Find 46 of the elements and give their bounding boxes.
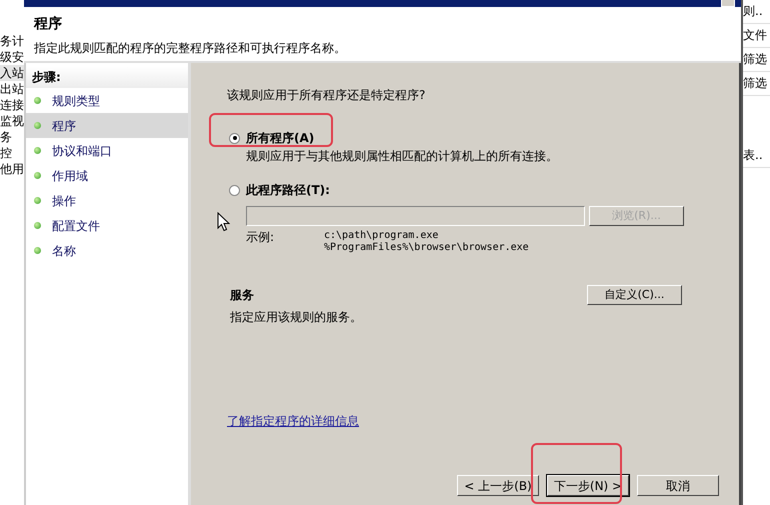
services-title: 服务 <box>230 288 254 302</box>
action-item[interactable]: 则.. <box>743 4 763 18</box>
step-item[interactable]: 名称 <box>26 238 188 263</box>
tree-item[interactable]: 他用 <box>0 161 24 177</box>
step-item[interactable]: 操作 <box>26 188 188 213</box>
example-label: 示例: <box>246 230 276 246</box>
action-item[interactable]: 文件 <box>743 28 767 42</box>
status-dot-icon <box>34 247 41 254</box>
option-label[interactable]: 所有程序(A) <box>246 131 314 145</box>
example-path: c:\path\program.exe <box>324 230 440 242</box>
mouse-cursor-icon <box>217 212 230 232</box>
tree-item[interactable]: 控 <box>0 145 24 161</box>
step-item[interactable]: 配置文件 <box>26 213 188 238</box>
help-link[interactable]: 了解指定程序的详细信息 <box>227 414 359 428</box>
tree-item[interactable]: 监视 <box>0 113 24 129</box>
step-item[interactable]: 规则类型 <box>26 88 188 113</box>
radio-button[interactable] <box>229 132 240 144</box>
wizard-button[interactable]: 取消 <box>637 475 719 496</box>
status-dot-icon <box>34 197 41 204</box>
status-dot-icon <box>34 172 41 179</box>
action-item[interactable]: 筛选 <box>743 76 767 90</box>
action-item[interactable]: 筛选 <box>743 52 767 66</box>
tree-item[interactable]: 出站 <box>0 81 24 97</box>
status-dot-icon <box>34 122 41 129</box>
status-dot-icon <box>34 147 41 154</box>
option-description: 规则应用于与其他规则属性相匹配的计算机上的所有连接。 <box>246 149 559 163</box>
question-text: 该规则应用于所有程序还是特定程序? <box>227 88 426 102</box>
tree-item[interactable]: 入站 <box>0 65 24 81</box>
customize-button[interactable]: 自定义(C)... <box>587 285 682 305</box>
tree-item[interactable]: 务计 <box>0 33 24 49</box>
tree-item[interactable]: 务 <box>0 129 24 145</box>
tree-item[interactable]: 级安 <box>0 49 24 65</box>
page-subtitle: 指定此规则匹配的程序的完整程序路径和可执行程序名称。 <box>34 41 347 55</box>
action-item[interactable]: 表.. <box>743 148 763 162</box>
page-title: 程序 <box>34 15 63 33</box>
services-description: 指定应用该规则的服务。 <box>230 310 363 324</box>
example-path: %ProgramFiles%\browser\browser.exe <box>324 242 529 254</box>
radio-button[interactable] <box>229 184 240 196</box>
step-item[interactable]: 作用域 <box>26 163 188 188</box>
option-label[interactable]: 此程序路径(T): <box>246 183 330 197</box>
status-dot-icon <box>34 222 41 229</box>
tree-item[interactable]: 连接 <box>0 97 24 113</box>
step-item[interactable]: 程序 <box>26 113 188 138</box>
step-item[interactable]: 协议和端口 <box>26 138 188 163</box>
wizard-button[interactable]: < 上一步(B) <box>457 475 539 496</box>
status-dot-icon <box>34 97 41 104</box>
